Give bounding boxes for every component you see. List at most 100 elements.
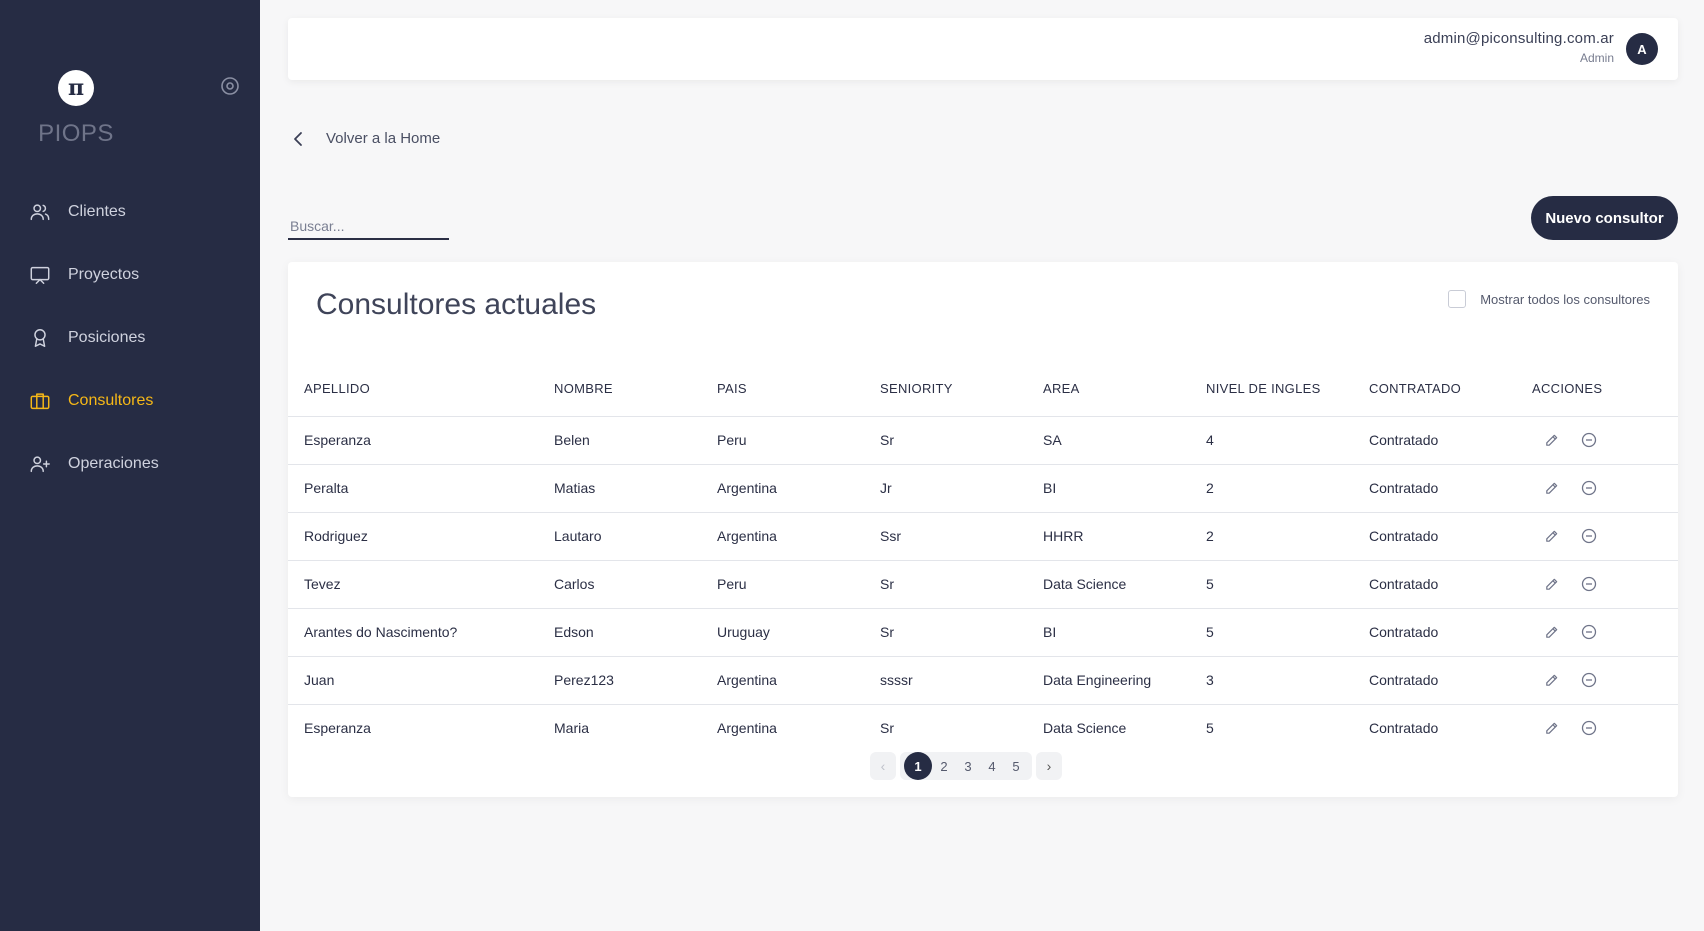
edit-pencil-icon[interactable]	[1542, 623, 1560, 641]
column-header-apellido[interactable]: APELLIDO	[288, 362, 554, 417]
column-header-nivel-ingles[interactable]: NIVEL DE INGLES	[1206, 362, 1369, 417]
user-info: admin@piconsulting.com.ar Admin	[1424, 30, 1614, 65]
edit-pencil-icon[interactable]	[1542, 575, 1560, 593]
remove-circle-icon[interactable]	[1580, 431, 1598, 449]
top-header: admin@piconsulting.com.ar Admin A	[288, 18, 1678, 80]
sidebar-item-clientes[interactable]: Clientes	[0, 180, 260, 243]
page-1-button[interactable]: 1	[904, 752, 932, 780]
cell-acciones	[1532, 608, 1678, 657]
cell-nombre: Perez123	[554, 656, 717, 705]
cell-pais: Peru	[717, 560, 880, 609]
remove-circle-icon[interactable]	[1580, 671, 1598, 689]
consultants-card: Consultores actuales Mostrar todos los c…	[288, 262, 1678, 797]
cell-nivel-ingles: 5	[1206, 560, 1369, 609]
chevron-left-icon	[292, 131, 306, 147]
cell-contratado: Contratado	[1369, 464, 1532, 513]
back-to-home-link[interactable]: Volver a la Home	[292, 130, 440, 147]
user-role: Admin	[1579, 51, 1614, 65]
next-page-button[interactable]: ›	[1036, 752, 1062, 780]
cell-nivel-ingles: 2	[1206, 512, 1369, 561]
pagination: ‹ 1 2 3 4 5 ›	[870, 752, 1062, 780]
sidebar-item-label: Operaciones	[68, 454, 159, 472]
column-header-area[interactable]: AREA	[1043, 362, 1206, 417]
page-5-button[interactable]: 5	[1004, 752, 1028, 780]
edit-pencil-icon[interactable]	[1542, 719, 1560, 737]
new-consultant-button[interactable]: Nuevo consultor	[1531, 196, 1678, 240]
cell-area: SA	[1043, 416, 1206, 465]
cell-nombre: Carlos	[554, 560, 717, 609]
column-header-pais[interactable]: PAIS	[717, 362, 880, 417]
app-logo[interactable]: π PIOPS	[36, 70, 116, 148]
page-4-button[interactable]: 4	[980, 752, 1004, 780]
edit-pencil-icon[interactable]	[1542, 431, 1560, 449]
edit-pencil-icon[interactable]	[1542, 527, 1560, 545]
table-row: Esperanza Maria Argentina Sr Data Scienc…	[288, 704, 1678, 752]
cell-nombre: Maria	[554, 720, 590, 737]
cell-pais: Peru	[717, 416, 880, 465]
cell-seniority: Sr	[880, 608, 1043, 657]
cell-pais: Argentina	[717, 720, 777, 737]
remove-circle-icon[interactable]	[1580, 623, 1598, 641]
cell-apellido: Arantes do Nascimento?	[288, 608, 554, 657]
cell-apellido: Esperanza	[288, 416, 554, 465]
cell-apellido: Juan	[288, 656, 554, 705]
cell-nivel-ingles: 2	[1206, 464, 1369, 513]
cell-nivel-ingles: 4	[1206, 416, 1369, 465]
cell-area: Data Science	[1043, 560, 1206, 609]
table-row: Juan Perez123 Argentina ssssr Data Engin…	[288, 656, 1678, 705]
avatar[interactable]: A	[1626, 33, 1658, 65]
table-row: Esperanza Belen Peru Sr SA 4 Contratado	[288, 416, 1678, 465]
page-title: Consultores actuales	[316, 288, 597, 321]
column-header-contratado[interactable]: CONTRATADO	[1369, 362, 1532, 417]
remove-circle-icon[interactable]	[1580, 527, 1598, 545]
cell-area: BI	[1043, 464, 1206, 513]
cell-nombre: Lautaro	[554, 512, 717, 561]
cell-nivel-ingles: 5	[1206, 608, 1369, 657]
table-row: Peralta Matias Argentina Jr BI 2 Contrat…	[288, 464, 1678, 513]
cell-area: BI	[1043, 608, 1206, 657]
table-header-row: APELLIDO NOMBRE PAIS SENIORITY AREA NIVE…	[288, 362, 1678, 417]
remove-circle-icon[interactable]	[1580, 575, 1598, 593]
sidebar-item-operaciones[interactable]: Operaciones	[0, 432, 260, 495]
remove-circle-icon[interactable]	[1580, 719, 1598, 737]
column-header-nombre[interactable]: NOMBRE	[554, 362, 717, 417]
page-2-button[interactable]: 2	[932, 752, 956, 780]
cell-nombre: Matias	[554, 464, 717, 513]
cell-acciones	[1532, 656, 1678, 705]
cell-nivel-ingles: 5	[1206, 720, 1214, 737]
cell-seniority: ssssr	[880, 656, 1043, 705]
show-all-toggle[interactable]: Mostrar todos los consultores	[1448, 290, 1650, 308]
sidebar-item-posiciones[interactable]: Posiciones	[0, 306, 260, 369]
cell-area: Data Engineering	[1043, 656, 1206, 705]
cell-seniority: Sr	[880, 560, 1043, 609]
show-all-checkbox[interactable]	[1448, 290, 1467, 308]
user-email: admin@piconsulting.com.ar	[1423, 30, 1614, 47]
app-name: PIOPS	[38, 120, 114, 147]
cell-acciones	[1532, 560, 1678, 609]
search-input[interactable]	[288, 214, 449, 240]
consultants-table: APELLIDO NOMBRE PAIS SENIORITY AREA NIVE…	[288, 362, 1678, 752]
sidebar-item-proyectos[interactable]: Proyectos	[0, 243, 260, 306]
cell-contratado: Contratado	[1369, 560, 1532, 609]
cell-area: HHRR	[1043, 512, 1206, 561]
column-header-acciones: ACCIONES	[1532, 362, 1678, 417]
edit-pencil-icon[interactable]	[1542, 479, 1560, 497]
sidebar-item-consultores[interactable]: Consultores	[0, 369, 260, 432]
cell-pais: Argentina	[717, 512, 880, 561]
remove-circle-icon[interactable]	[1580, 479, 1598, 497]
edit-pencil-icon[interactable]	[1542, 671, 1560, 689]
cell-apellido: Rodriguez	[288, 512, 554, 561]
prev-page-button[interactable]: ‹	[870, 752, 896, 780]
briefcase-icon	[28, 389, 52, 413]
page-3-button[interactable]: 3	[956, 752, 980, 780]
cell-contratado: Contratado	[1369, 512, 1532, 561]
presentation-icon	[28, 263, 52, 287]
cell-acciones	[1532, 512, 1678, 561]
collapse-sidebar-icon[interactable]	[220, 76, 240, 96]
cell-apellido: Tevez	[288, 560, 554, 609]
cell-nombre: Belen	[554, 416, 717, 465]
show-all-label: Mostrar todos los consultores	[1480, 291, 1650, 307]
cell-pais: Argentina	[717, 464, 880, 513]
column-header-seniority[interactable]: SENIORITY	[880, 362, 1043, 417]
award-icon	[28, 326, 52, 350]
